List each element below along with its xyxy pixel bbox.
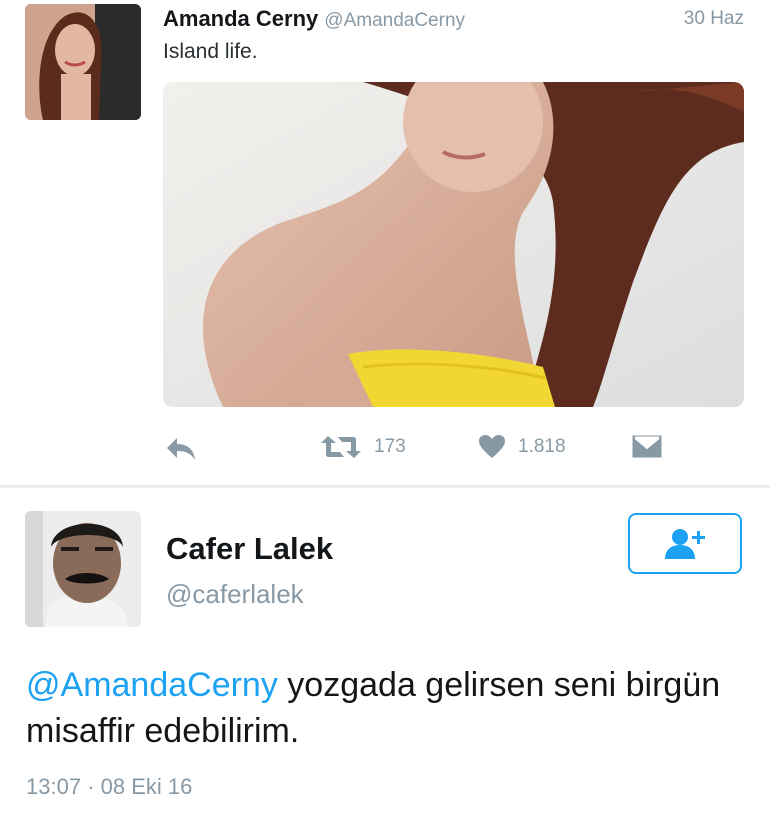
photo-image — [163, 82, 744, 407]
follow-user-icon — [665, 528, 705, 559]
tweet-photo[interactable] — [163, 82, 744, 407]
like-count: 1.818 — [518, 436, 566, 457]
message-button[interactable] — [632, 434, 662, 458]
follow-button[interactable] — [628, 513, 742, 574]
author-name[interactable]: Amanda Cerny — [163, 6, 318, 31]
tweet-date[interactable]: 30 Haz — [684, 8, 744, 30]
avatar-image — [25, 4, 141, 120]
reply-author-handle[interactable]: @caferlalek — [166, 579, 304, 610]
like-button[interactable]: 1.818 — [478, 434, 566, 460]
reply-button[interactable] — [165, 436, 197, 462]
avatar-amanda[interactable] — [25, 4, 141, 120]
retweet-count: 173 — [374, 436, 406, 457]
tweet-author[interactable]: Amanda Cerny @AmandaCerny — [163, 6, 465, 32]
avatar-cafer[interactable] — [25, 511, 141, 627]
heart-icon — [479, 435, 505, 458]
retweet-button[interactable]: 173 — [320, 434, 406, 460]
envelope-icon — [632, 435, 662, 458]
author-handle[interactable]: @AmandaCerny — [324, 10, 465, 31]
retweet-icon — [321, 436, 361, 458]
divider — [0, 485, 770, 488]
reply-author-name[interactable]: Cafer Lalek — [166, 531, 333, 567]
tweet-text: Island life. — [163, 40, 258, 63]
reply-icon — [167, 438, 195, 460]
reply-text: @AmandaCerny yozgada gelirsen seni birgü… — [26, 662, 746, 754]
mention-link[interactable]: @AmandaCerny — [26, 666, 278, 704]
reply-timestamp[interactable]: 13:07 · 08 Eki 16 — [26, 774, 192, 800]
avatar-image — [25, 511, 141, 627]
